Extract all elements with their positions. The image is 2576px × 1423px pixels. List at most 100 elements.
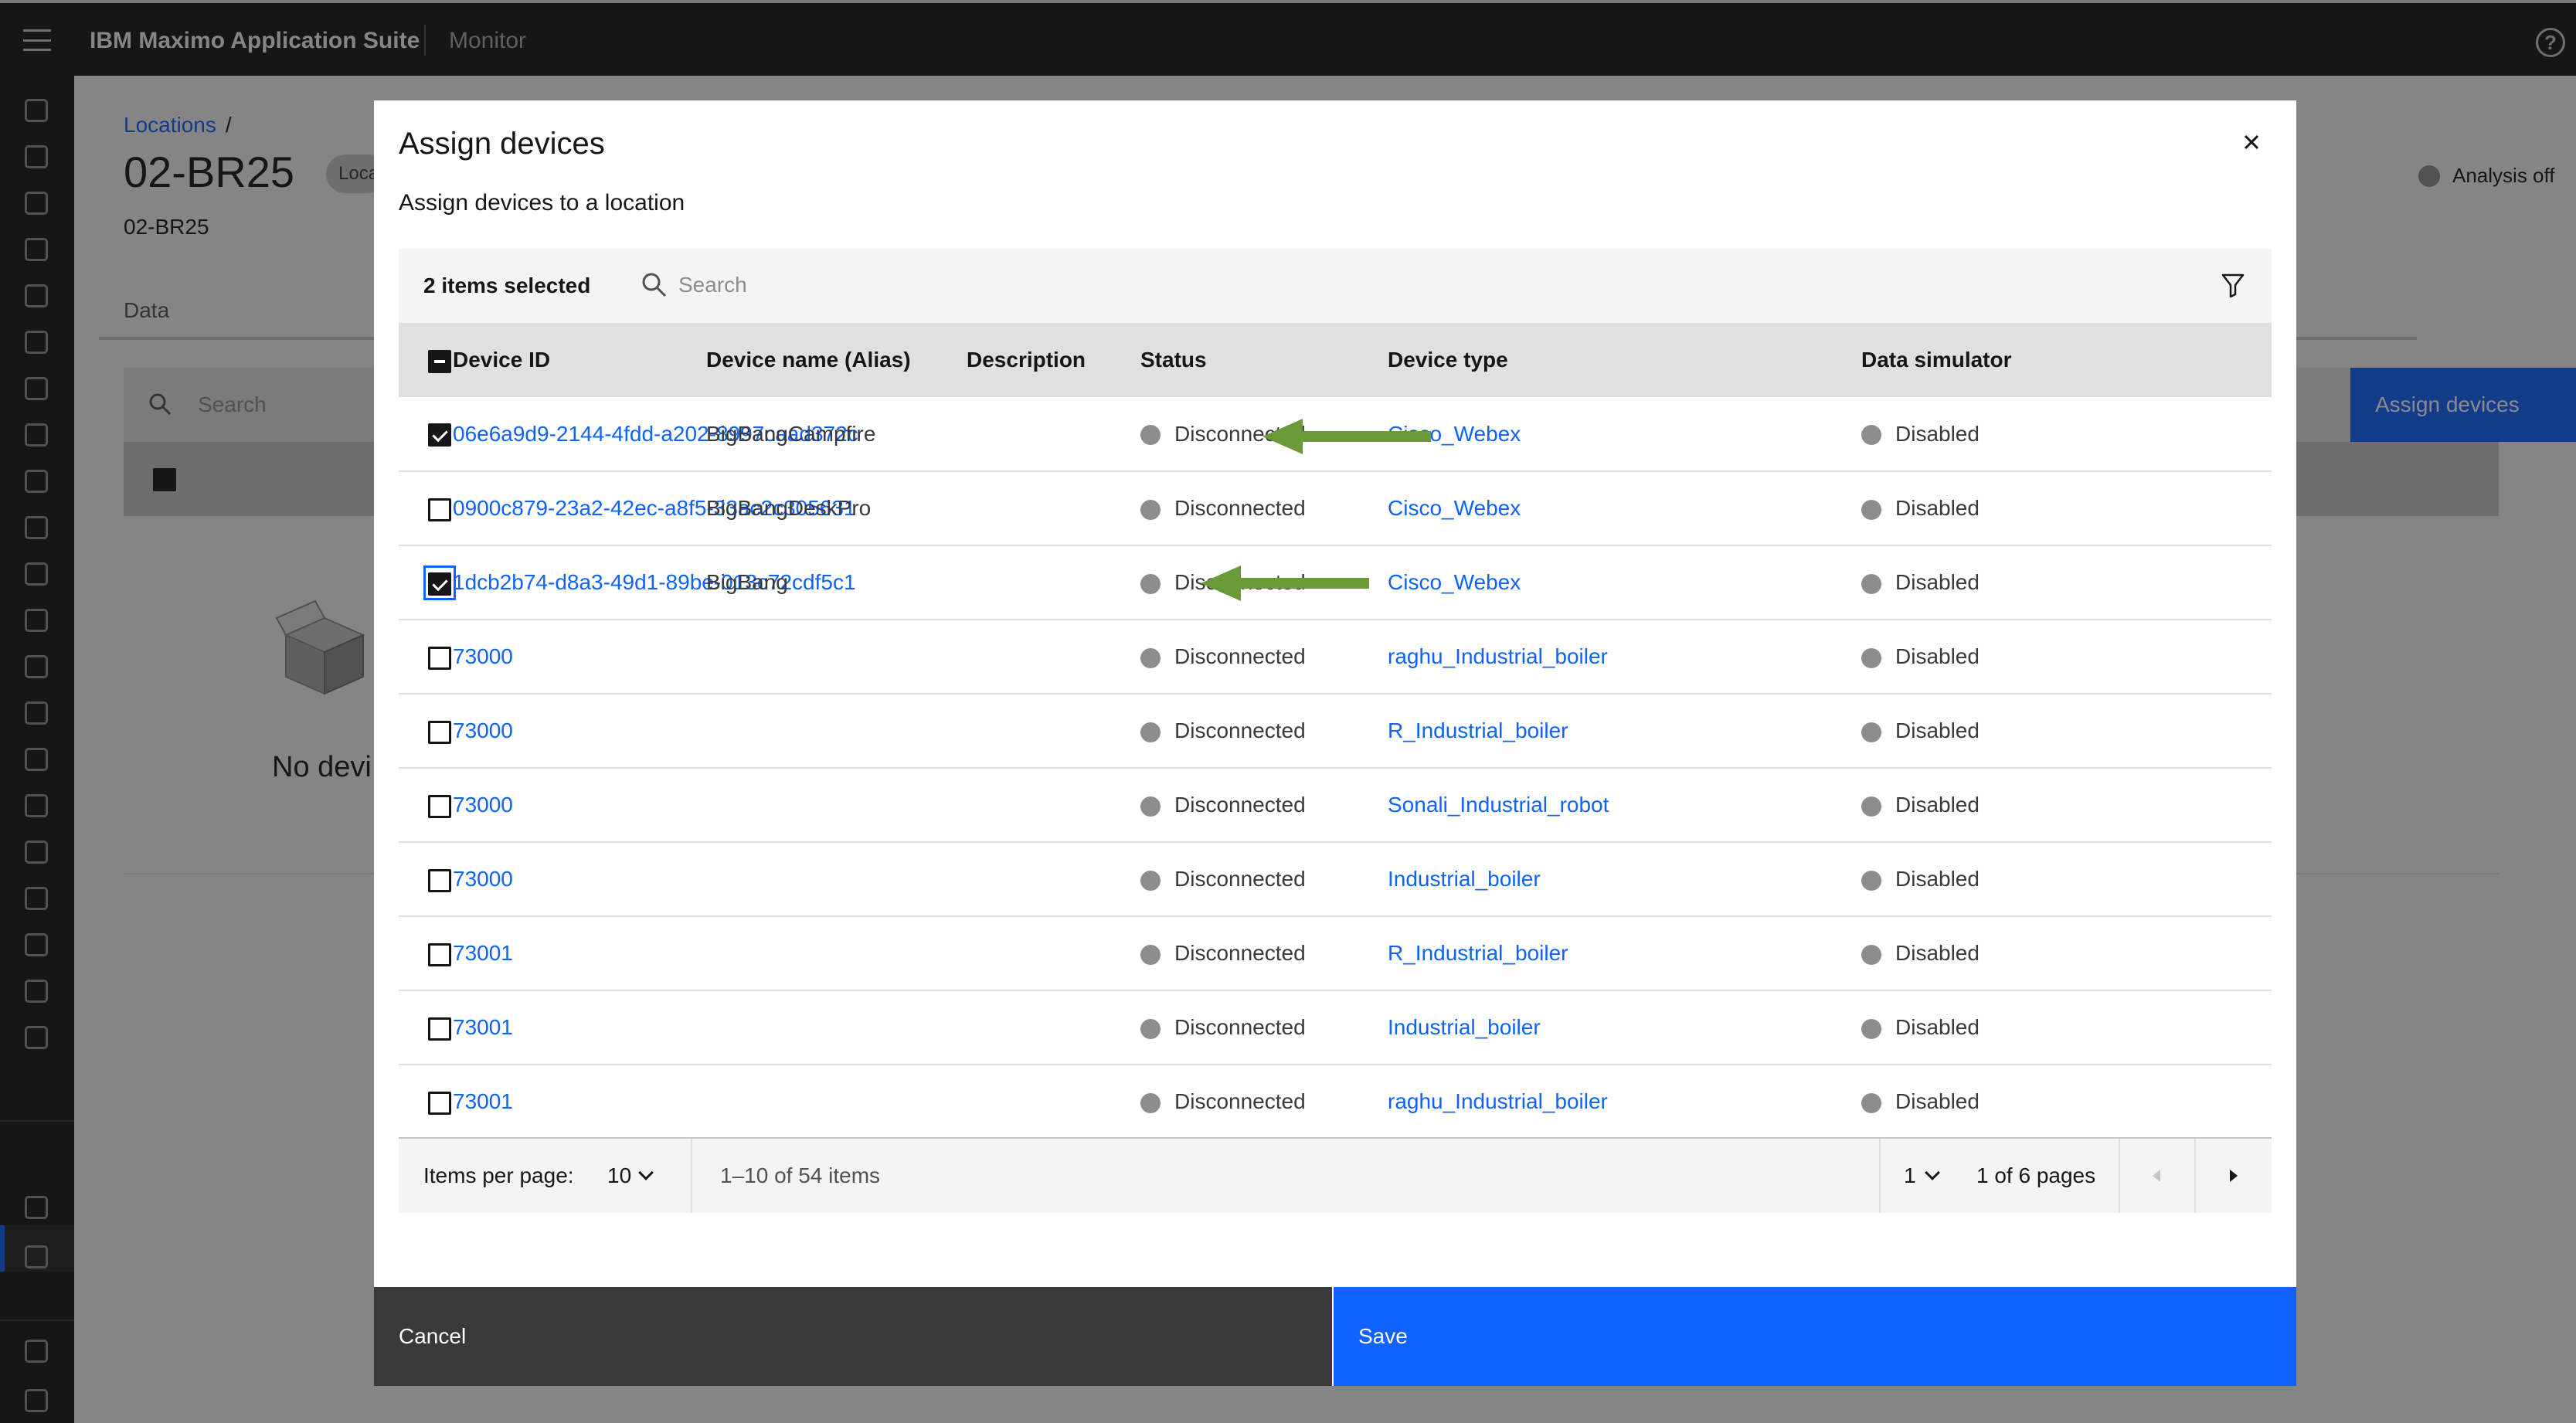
- device-status: Disconnected: [1140, 768, 1388, 843]
- row-checkbox[interactable]: [428, 496, 451, 521]
- row-checkbox[interactable]: [428, 793, 451, 818]
- device-type-link[interactable]: raghu_Industrial_boiler: [1388, 644, 1608, 668]
- device-description: [967, 471, 1140, 546]
- device-id-link[interactable]: 73000: [453, 718, 513, 742]
- device-search-input[interactable]: [678, 260, 2146, 311]
- status-dot: [1861, 499, 1881, 520]
- device-id-link[interactable]: 73001: [453, 941, 513, 965]
- chevron-down-icon: [1924, 1165, 1940, 1180]
- device-type-link[interactable]: Industrial_boiler: [1388, 1015, 1541, 1039]
- device-status: Disconnected: [1140, 620, 1388, 695]
- column-data-simulator[interactable]: Data simulator: [1861, 323, 2272, 397]
- device-description: [967, 694, 1140, 769]
- simulator-text: Disabled: [1895, 718, 1980, 742]
- table-row[interactable]: 73000 Disconnected raghu_Industrial_boiler…: [399, 620, 2272, 695]
- status-dot: [1861, 1092, 1881, 1113]
- column-device-name[interactable]: Device name (Alias): [706, 323, 967, 397]
- table-toolbar: 2 items selected: [399, 249, 2272, 323]
- device-description: [967, 1065, 1140, 1139]
- table-row[interactable]: 73000 Disconnected R_Industrial_boiler Disa…: [399, 694, 2272, 769]
- device-type-link[interactable]: R_Industrial_boiler: [1388, 718, 1568, 742]
- status-dot: [1861, 1018, 1881, 1039]
- row-checkbox[interactable]: [423, 565, 456, 600]
- row-checkbox[interactable]: [428, 1015, 451, 1041]
- table-row[interactable]: 73000 Disconnected Sonali_Industrial_robot…: [399, 768, 2272, 843]
- page-value: 1: [1904, 1163, 1916, 1187]
- assign-devices-modal: Assign devices Assign devices to a locat…: [374, 100, 2296, 1386]
- close-icon[interactable]: [2230, 121, 2273, 164]
- device-id-link[interactable]: 73001: [453, 1089, 513, 1113]
- pager-divider: [1879, 1139, 1881, 1213]
- pager-divider: [691, 1139, 692, 1213]
- device-description: [967, 842, 1140, 917]
- data-simulator: Disabled: [1861, 1065, 2272, 1139]
- device-alias: [706, 990, 967, 1065]
- data-simulator: Disabled: [1861, 471, 2272, 546]
- device-id-link[interactable]: 73000: [453, 867, 513, 891]
- status-dot: [1140, 1018, 1161, 1039]
- data-simulator: Disabled: [1861, 545, 2272, 620]
- table-row[interactable]: 73000 Disconnected Industrial_boiler Disabl…: [399, 842, 2272, 917]
- column-status[interactable]: Status: [1140, 323, 1388, 397]
- data-simulator: Disabled: [1861, 990, 2272, 1065]
- device-status: Disconnected: [1140, 916, 1388, 991]
- annotation-arrow: [1263, 419, 1431, 454]
- table-row[interactable]: 73001 Disconnected raghu_Industrial_boiler…: [399, 1065, 2272, 1139]
- status-dot: [1140, 425, 1161, 446]
- row-checkbox[interactable]: [428, 1089, 451, 1115]
- simulator-text: Disabled: [1895, 1015, 1980, 1039]
- status-text: Disconnected: [1174, 644, 1306, 668]
- table-header-row: Device ID Device name (Alias) Descriptio…: [399, 323, 2272, 397]
- data-simulator: Disabled: [1861, 620, 2272, 695]
- simulator-text: Disabled: [1895, 570, 1980, 594]
- save-button[interactable]: Save: [1334, 1287, 2296, 1386]
- annotation-arrow: [1201, 565, 1369, 601]
- device-id-link[interactable]: 1dcb2b74-d8a3-49d1-89be-013c72cdf5c1: [453, 570, 856, 594]
- page-select[interactable]: 1: [1904, 1163, 1940, 1188]
- row-checkbox[interactable]: [428, 941, 451, 966]
- device-description: [967, 768, 1140, 843]
- device-description: [967, 545, 1140, 620]
- status-dot: [1861, 573, 1881, 594]
- column-device-id[interactable]: Device ID: [453, 323, 706, 397]
- simulator-text: Disabled: [1895, 421, 1980, 446]
- row-checkbox[interactable]: [428, 644, 451, 670]
- row-checkbox[interactable]: [428, 718, 451, 744]
- row-checkbox[interactable]: [428, 867, 451, 892]
- data-simulator: Disabled: [1861, 397, 2272, 472]
- select-all-checkbox[interactable]: [428, 348, 451, 373]
- simulator-text: Disabled: [1895, 867, 1980, 891]
- device-status: Disconnected: [1140, 990, 1388, 1065]
- device-type-link[interactable]: raghu_Industrial_boiler: [1388, 1089, 1608, 1113]
- device-type-link[interactable]: Industrial_boiler: [1388, 867, 1541, 891]
- device-type-link[interactable]: Sonali_Industrial_robot: [1388, 793, 1609, 817]
- device-description: [967, 620, 1140, 695]
- status-text: Disconnected: [1174, 496, 1306, 520]
- column-description[interactable]: Description: [967, 323, 1140, 397]
- device-description: [967, 397, 1140, 472]
- table-row[interactable]: 0900c879-23a2-42ec-a8f5-33ac2c305631 BigB…: [399, 471, 2272, 546]
- device-status: Disconnected: [1140, 694, 1388, 769]
- filter-icon[interactable]: [2221, 272, 2245, 298]
- status-dot: [1140, 647, 1161, 668]
- cancel-button[interactable]: Cancel: [374, 1287, 1332, 1386]
- item-range: 1–10 of 54 items: [720, 1163, 881, 1187]
- device-status: Disconnected: [1140, 842, 1388, 917]
- device-type-link[interactable]: Cisco_Webex: [1388, 570, 1521, 594]
- search-icon: [642, 273, 667, 297]
- table-row[interactable]: 73001 Disconnected Industrial_boiler Disabl…: [399, 990, 2272, 1065]
- row-checkbox[interactable]: [428, 422, 451, 447]
- modal-subtitle: Assign devices to a location: [399, 190, 685, 216]
- items-per-page-select[interactable]: 10: [607, 1163, 654, 1188]
- device-alias: BigBangCampfire: [706, 397, 967, 472]
- device-id-link[interactable]: 73001: [453, 1015, 513, 1039]
- previous-page-button[interactable]: [2120, 1139, 2194, 1213]
- status-text: Disconnected: [1174, 1089, 1306, 1113]
- table-row[interactable]: 73001 Disconnected R_Industrial_boiler Disa…: [399, 916, 2272, 991]
- device-type-link[interactable]: R_Industrial_boiler: [1388, 941, 1568, 965]
- column-device-type[interactable]: Device type: [1388, 323, 1861, 397]
- device-id-link[interactable]: 73000: [453, 793, 513, 817]
- next-page-button[interactable]: [2196, 1139, 2270, 1213]
- device-id-link[interactable]: 73000: [453, 644, 513, 668]
- device-type-link[interactable]: Cisco_Webex: [1388, 496, 1521, 520]
